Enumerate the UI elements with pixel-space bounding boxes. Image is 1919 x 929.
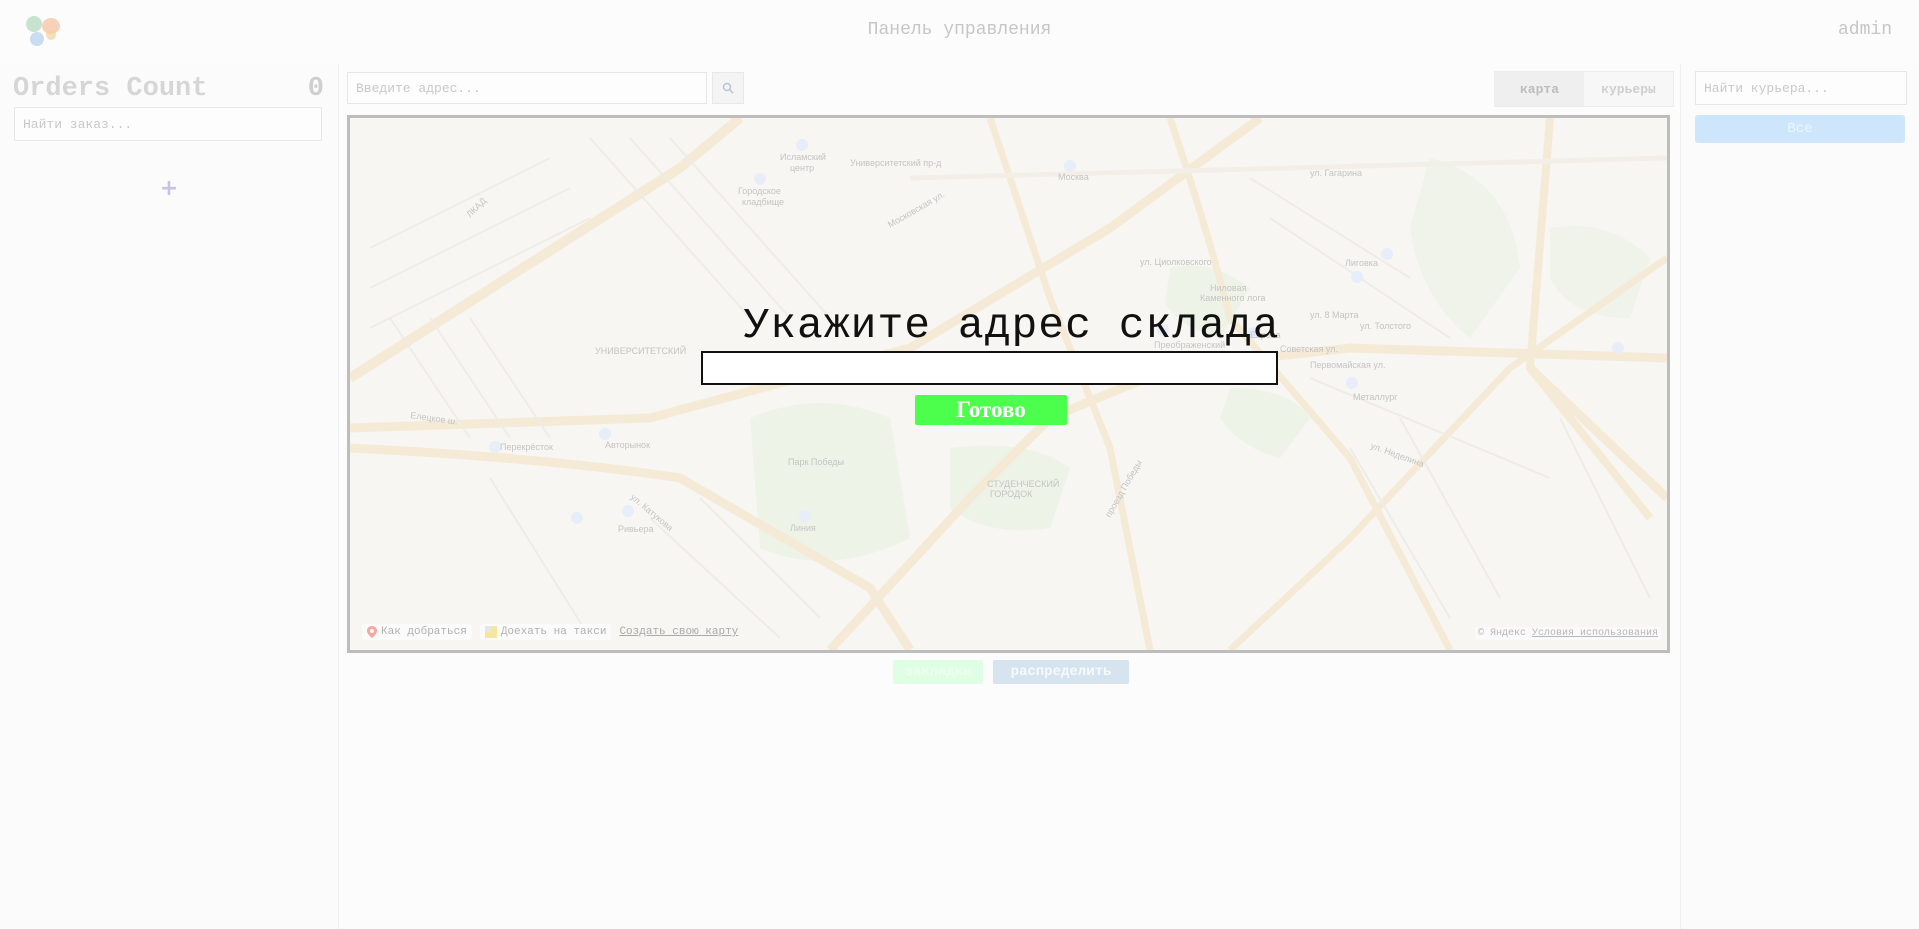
svg-text:Линия: Линия [790,523,816,533]
address-search-input[interactable] [347,72,707,104]
warehouse-dialog-title: Укажите адрес склада [743,301,1280,350]
map-view[interactable]: Исламский центр Городское кладбище Москва … [347,115,1670,653]
svg-text:Перекрёсток: Перекрёсток [500,442,553,452]
courier-search-input[interactable] [1695,71,1907,105]
orders-panel: Orders Count 0 + [0,64,339,929]
terms-link[interactable]: Условия использования [1532,628,1658,639]
map-copyright: © Яндекс Условия использования [1474,627,1661,640]
svg-text:ГОРОДОК: ГОРОДОК [990,489,1033,499]
svg-text:Ниловая: Ниловая [1210,283,1247,293]
distribute-button[interactable]: распределить [993,660,1129,684]
warehouse-submit-button[interactable]: Готово [915,395,1067,425]
taxi-link[interactable]: Доехать на такси [479,624,612,640]
svg-text:Университетский пр-д: Университетский пр-д [850,158,942,168]
route-link[interactable]: Как добраться [362,624,472,640]
add-order-button[interactable]: + [158,178,180,200]
orders-title: Orders Count [13,74,208,104]
svg-text:Первомайская ул.: Первомайская ул. [1310,360,1385,370]
svg-text:СТУДЕНЧЕСКИЙ: СТУДЕНЧЕСКИЙ [987,478,1059,489]
svg-text:ул. Гагарина: ул. Гагарина [1310,168,1362,178]
svg-text:Лиговка: Лиговка [1345,258,1378,268]
svg-text:Городское: Городское [738,186,781,196]
create-map-link[interactable]: Создать свою карту [619,626,738,638]
page-title: Панель управления [867,20,1052,40]
order-search-input[interactable] [14,107,322,141]
all-couriers-button[interactable]: Все [1695,115,1905,143]
svg-text:Ривьера: Ривьера [618,524,654,534]
plus-icon: + [159,176,179,201]
svg-text:центр: центр [790,163,814,173]
header: Панель управления admin [0,0,1919,62]
orders-count: 0 [307,74,324,104]
taxi-label: Доехать на такси [500,626,607,638]
couriers-panel: Все [1680,64,1919,929]
copyright-text: © Яндекс [1477,628,1526,639]
svg-text:Москва: Москва [1058,172,1089,182]
route-label: Как добраться [381,626,467,638]
search-icon [722,82,734,94]
warehouse-address-input[interactable] [701,351,1278,385]
taxi-icon [484,626,497,638]
svg-text:ул. Циолковского: ул. Циолковского [1140,257,1212,267]
svg-text:Исламский: Исламский [780,152,826,162]
address-search-button[interactable] [712,72,744,104]
tab-map[interactable]: карта [1495,72,1584,106]
svg-text:кладбище: кладбище [742,197,784,207]
tab-couriers[interactable]: курьеры [1584,72,1673,106]
map-pin-icon [367,626,377,638]
svg-text:Авторынок: Авторынок [605,440,650,450]
map-footer-actions: Как добраться Доехать на такси Создать с… [362,624,738,640]
view-tabs: карта курьеры [1494,71,1674,107]
svg-text:Парк Победы: Парк Победы [788,457,844,467]
user-menu[interactable]: admin [1838,20,1892,40]
zoom-button[interactable]: закладки [893,660,983,684]
svg-text:Металлург: Металлург [1353,392,1398,402]
